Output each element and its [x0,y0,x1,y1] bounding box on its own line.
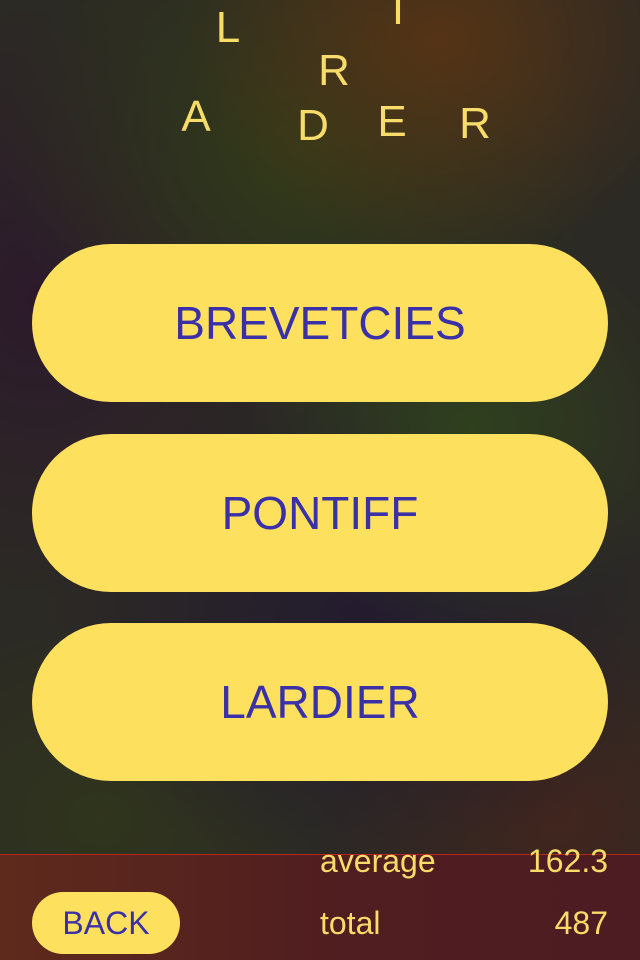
scramble-letter: R [318,46,350,95]
scramble-letter: A [181,92,211,141]
scramble-letter: E [377,97,407,146]
answer-label: LARDIER [220,676,420,728]
answer-button-1[interactable]: BREVETCIES [32,244,608,402]
scramble-letter: D [297,101,329,150]
answer-label: PONTIFF [221,487,419,539]
scramble-letter: L [215,3,241,52]
total-value: 487 [554,905,608,941]
average-value: 162.3 [527,843,608,879]
answer-button-3[interactable]: LARDIER [32,623,608,781]
scramble-letter: I [391,0,405,34]
average-label: average [320,843,436,879]
total-label: total [320,905,381,941]
answer-label: BREVETCIES [174,297,466,349]
back-label: BACK [62,904,150,941]
answer-button-2[interactable]: PONTIFF [32,434,608,592]
back-button[interactable]: BACK [32,892,180,954]
scramble-letter: R [459,99,491,148]
